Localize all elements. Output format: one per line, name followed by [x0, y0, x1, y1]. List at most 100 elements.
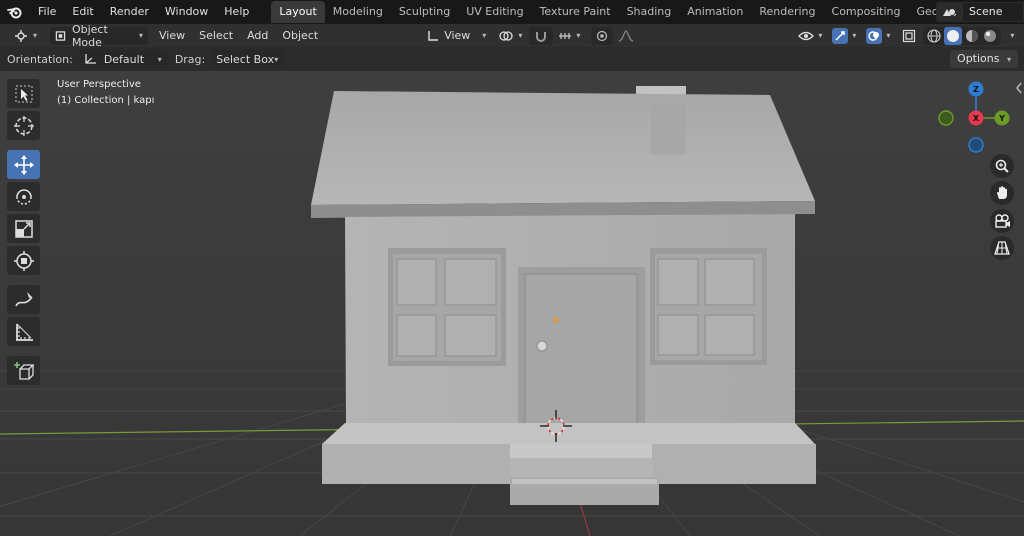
rotate-tool[interactable] — [7, 182, 40, 211]
chevron-down-icon: ▾ — [33, 31, 38, 40]
orientation-dropdown[interactable]: Default ▾ — [78, 50, 167, 68]
chevron-down-icon: ▾ — [576, 31, 581, 40]
select-box-icon — [15, 85, 32, 102]
annotate-tool[interactable] — [7, 285, 40, 314]
cursor-icon — [13, 115, 34, 136]
drag-value: Select Box — [216, 52, 275, 66]
proportional-icon — [597, 30, 608, 41]
measure-icon — [15, 323, 33, 341]
door-knob — [536, 340, 548, 352]
gizmo-x-label: X — [973, 114, 980, 123]
select-box-tool[interactable] — [7, 79, 40, 108]
camera-icon — [995, 214, 1010, 228]
shading-options-dropdown[interactable]: ▾ — [1001, 27, 1019, 45]
measure-tool[interactable] — [7, 317, 40, 346]
options-button[interactable]: Options ▾ — [950, 50, 1018, 68]
viewport-scene — [0, 71, 1024, 536]
sidebar-toggle-arrow-icon[interactable] — [1014, 79, 1024, 97]
visibility-dropdown[interactable]: ▾ — [793, 27, 827, 45]
rotate-icon — [15, 188, 32, 205]
pivot-point-dropdown[interactable]: ▾ — [493, 27, 527, 45]
axis-icon — [428, 30, 439, 41]
viewport-collection-label: (1) Collection | kapı — [57, 95, 155, 106]
gizmo-icon — [832, 27, 849, 44]
falloff-curve-icon — [619, 29, 634, 42]
rendered-shading-icon[interactable] — [982, 28, 998, 44]
transform-orientation-dropdown[interactable]: View ▾ — [421, 27, 491, 45]
add-cube-tool[interactable] — [7, 356, 40, 385]
scale-tool[interactable] — [7, 214, 40, 243]
shading-mode-group — [923, 26, 1002, 45]
gizmo-toggle[interactable]: ▾ — [827, 27, 861, 45]
grid-perspective-icon — [994, 241, 1010, 255]
tab-compositing[interactable]: Compositing — [824, 1, 909, 23]
tab-layout[interactable]: Layout — [271, 1, 325, 23]
pan-button[interactable] — [990, 181, 1014, 205]
chevron-down-icon: ▾ — [886, 31, 891, 40]
drag-label: Drag: — [174, 52, 206, 66]
hand-icon — [997, 186, 1007, 199]
add-cube-icon — [13, 361, 35, 380]
menu-render[interactable]: Render — [102, 0, 157, 24]
chevron-down-icon: ▾ — [818, 31, 823, 40]
object-mode-icon — [55, 30, 66, 41]
menu-window[interactable]: Window — [157, 0, 216, 24]
snap-increment-icon — [559, 32, 572, 39]
solid-shading-icon[interactable] — [944, 26, 963, 45]
annotate-icon — [14, 291, 33, 306]
blender-logo-icon[interactable] — [0, 0, 30, 24]
orientation-axis-icon — [85, 54, 96, 64]
cursor-tool[interactable] — [7, 111, 40, 140]
tab-animation[interactable]: Animation — [679, 1, 751, 23]
gizmo-neg-z-axis[interactable] — [968, 137, 984, 153]
move-tool[interactable] — [7, 150, 40, 179]
3d-viewport[interactable]: User Perspective (1) Collection | kapı Z… — [0, 71, 1024, 536]
tab-modeling[interactable]: Modeling — [325, 1, 391, 23]
tab-sculpting[interactable]: Sculpting — [391, 1, 458, 23]
chevron-down-icon: ▾ — [274, 54, 279, 64]
zoom-button[interactable] — [990, 154, 1014, 178]
overlays-toggle[interactable]: ▾ — [861, 27, 895, 45]
mode-dropdown[interactable]: Object Mode ▾ — [50, 23, 149, 49]
tab-uv-editing[interactable]: UV Editing — [458, 1, 531, 23]
orientation-value: Default — [103, 52, 145, 66]
proportional-edit-toggle[interactable] — [591, 26, 614, 45]
xray-toggle[interactable] — [897, 27, 921, 45]
chevron-down-icon: ▾ — [157, 54, 162, 64]
tool-shelf — [7, 79, 40, 388]
overlays-icon — [866, 27, 883, 44]
snap-toggle[interactable] — [529, 26, 554, 45]
camera-view-button[interactable] — [990, 209, 1014, 233]
scene-icon[interactable] — [936, 2, 962, 22]
house-model[interactable] — [311, 86, 816, 505]
menu-file[interactable]: File — [30, 0, 64, 24]
scene-selector: Scene — [936, 2, 1024, 22]
chevron-down-icon: ▾ — [1006, 55, 1011, 64]
wireframe-shading-icon[interactable] — [926, 28, 942, 44]
material-shading-icon[interactable] — [964, 28, 980, 44]
tab-texture-paint[interactable]: Texture Paint — [532, 1, 619, 23]
gizmo-y-label: Y — [998, 114, 1005, 123]
transform-icon — [13, 250, 34, 271]
view-menu[interactable]: View — [154, 27, 190, 45]
snap-target-dropdown[interactable]: ▾ — [553, 27, 585, 45]
perspective-toggle-button[interactable] — [990, 236, 1014, 260]
proportional-falloff-dropdown[interactable] — [613, 27, 639, 45]
mode-label: Object Mode — [71, 22, 108, 49]
gizmo-neg-y-axis[interactable] — [938, 110, 954, 126]
chevron-down-icon: ▾ — [518, 31, 523, 40]
tab-rendering[interactable]: Rendering — [751, 1, 823, 23]
editor-type-button[interactable]: ▾ — [8, 27, 42, 45]
workspace-tabs: Layout Modeling Sculpting UV Editing Tex… — [271, 0, 1011, 24]
tab-shading[interactable]: Shading — [619, 1, 680, 23]
pivot-icon — [499, 30, 513, 41]
select-menu[interactable]: Select — [194, 27, 238, 45]
eye-icon — [798, 31, 815, 40]
drag-dropdown[interactable]: Select Box ▾ — [211, 50, 284, 68]
scene-name-field[interactable]: Scene — [962, 2, 1024, 22]
object-menu[interactable]: Object — [277, 27, 323, 45]
transform-tool[interactable] — [7, 246, 40, 275]
menu-edit[interactable]: Edit — [64, 0, 101, 24]
add-menu[interactable]: Add — [242, 27, 273, 45]
menu-help[interactable]: Help — [216, 0, 257, 24]
